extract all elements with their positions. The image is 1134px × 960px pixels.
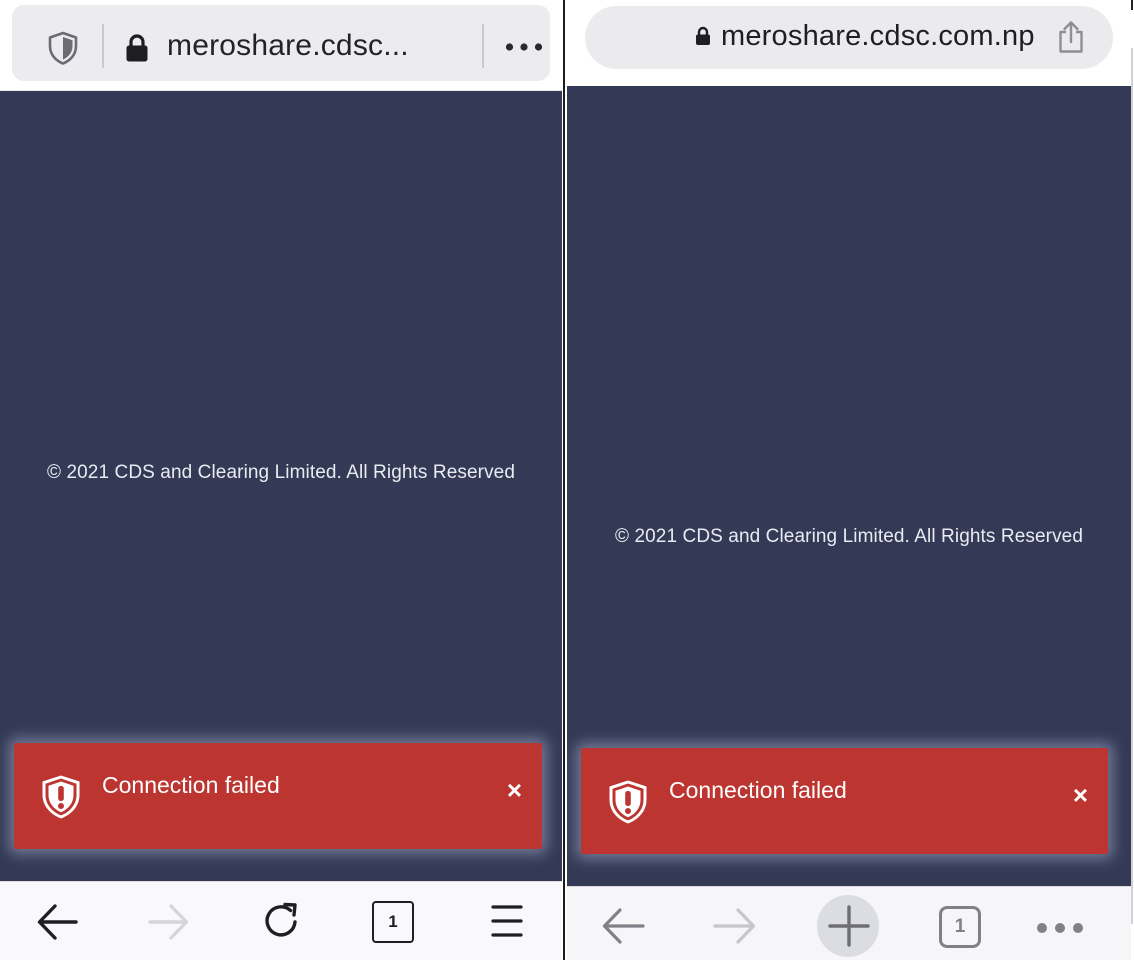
address-bar[interactable]: meroshare.cdsc.com.np [585, 6, 1113, 69]
url-bar-separator [482, 24, 484, 68]
url-bar-separator [102, 24, 104, 68]
back-arrow-icon[interactable] [601, 907, 645, 950]
lock-icon[interactable] [125, 33, 149, 68]
more-horizontal-icon[interactable] [1036, 921, 1084, 939]
tabs-icon[interactable]: 1 [372, 901, 414, 943]
forward-arrow-icon[interactable] [713, 907, 757, 950]
copyright-text: © 2021 CDS and Clearing Limited. All Rig… [614, 526, 1084, 547]
close-icon[interactable]: × [1073, 782, 1088, 808]
hamburger-menu-icon[interactable] [491, 904, 523, 943]
new-tab-plus-icon[interactable] [828, 905, 870, 952]
copyright-text: © 2021 CDS and Clearing Limited. All Rig… [46, 462, 516, 483]
url-text[interactable]: meroshare.cdsc... [167, 29, 409, 63]
connection-failed-toast: Connection failed × [581, 748, 1108, 854]
share-icon[interactable] [1057, 20, 1085, 59]
safari-top-toolbar: meroshare.cdsc.com.np [567, 0, 1131, 86]
firefox-browser-window: meroshare.cdsc... © 2021 CDS and Clearin… [0, 0, 562, 960]
firefox-top-toolbar: meroshare.cdsc... [0, 0, 562, 91]
edge-line [1131, 48, 1133, 924]
url-text[interactable]: meroshare.cdsc.com.np [721, 20, 1035, 53]
warning-shield-icon [40, 774, 82, 825]
lock-icon [695, 26, 711, 51]
back-arrow-icon[interactable] [36, 903, 78, 946]
close-icon[interactable]: × [507, 777, 522, 803]
more-horizontal-icon[interactable] [505, 39, 543, 57]
toast-message: Connection failed [669, 777, 847, 803]
forward-arrow-icon[interactable] [148, 903, 190, 946]
safari-browser-window: meroshare.cdsc.com.np © 2021 CDS and Cle… [567, 0, 1131, 960]
connection-failed-toast: Connection failed × [14, 743, 542, 849]
reload-icon[interactable] [262, 901, 302, 946]
page-content: © 2021 CDS and Clearing Limited. All Rig… [0, 91, 562, 881]
edge-tick [1131, 0, 1133, 10]
page-content: © 2021 CDS and Clearing Limited. All Rig… [567, 86, 1131, 886]
address-bar[interactable]: meroshare.cdsc... [12, 5, 550, 81]
firefox-bottom-toolbar: 1 [0, 881, 562, 960]
tabs-icon[interactable]: 1 [939, 906, 981, 948]
warning-shield-icon [607, 779, 649, 830]
shield-icon[interactable] [47, 31, 79, 70]
safari-bottom-toolbar: 1 [567, 886, 1131, 960]
toast-message: Connection failed [102, 772, 280, 798]
